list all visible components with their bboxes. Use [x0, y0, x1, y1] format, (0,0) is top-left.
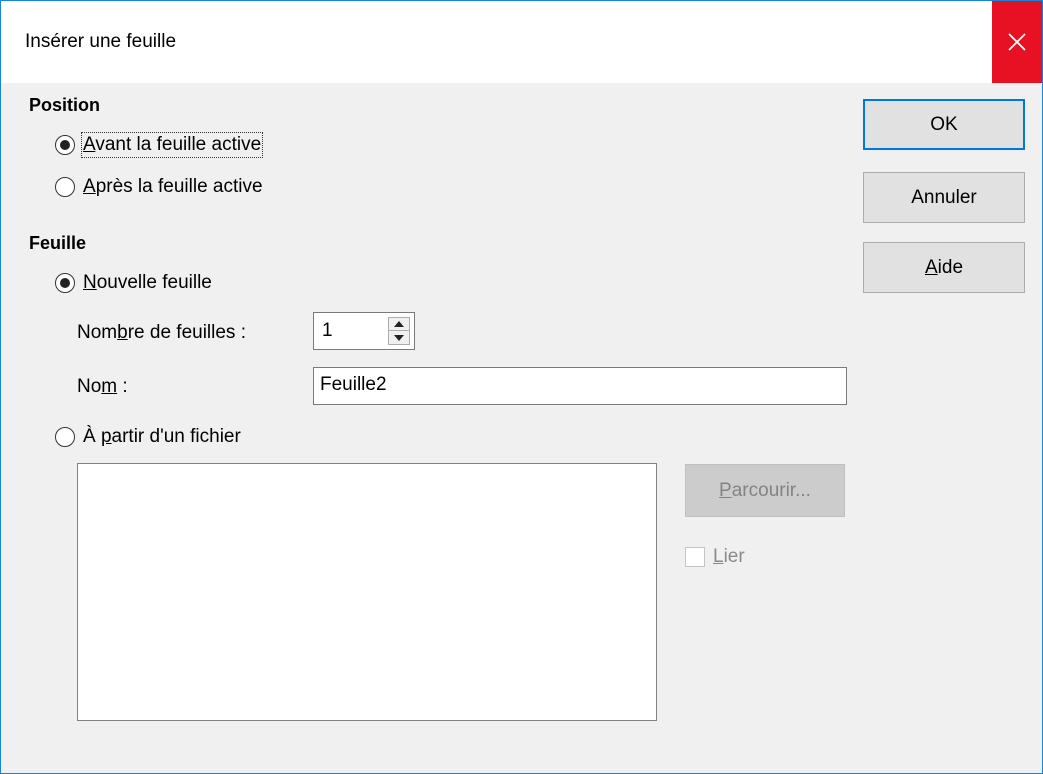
cancel-button[interactable]: Annuler — [863, 172, 1025, 223]
sheet-name-label: Nom : — [77, 376, 128, 397]
sheet-count-value[interactable]: 1 — [322, 320, 333, 342]
sheet-heading: Feuille — [29, 233, 87, 253]
link-label: Lier — [713, 546, 745, 567]
title-bar: Insérer une feuille — [1, 1, 1042, 83]
insert-sheet-dialog: Insérer une feuille Position Avant la fe… — [0, 0, 1043, 774]
spin-down-button[interactable] — [389, 331, 409, 344]
spin-up-button[interactable] — [389, 318, 409, 331]
radio-button[interactable] — [55, 273, 75, 293]
sheet-count-spinner[interactable]: 1 — [313, 312, 415, 350]
triangle-down-icon — [394, 334, 404, 341]
sheet-count-label: Nombre de feuilles : — [77, 322, 246, 343]
radio-label: Avant la feuille active — [80, 132, 264, 158]
radio-button[interactable] — [55, 177, 75, 197]
sheet-name-input[interactable]: Feuille2 — [313, 367, 847, 405]
close-button[interactable] — [992, 1, 1042, 83]
radio-from-file[interactable]: À partir d'un fichier — [55, 426, 241, 448]
help-button[interactable]: Aide — [863, 242, 1025, 293]
close-icon — [1008, 33, 1026, 51]
radio-after-active[interactable]: Après la feuille active — [55, 176, 263, 198]
radio-before-active[interactable]: Avant la feuille active — [55, 132, 264, 158]
spinner-arrows — [388, 317, 410, 345]
radio-label: Après la feuille active — [83, 176, 263, 197]
radio-new-sheet[interactable]: Nouvelle feuille — [55, 272, 212, 294]
radio-label: Nouvelle feuille — [83, 272, 212, 293]
link-checkbox[interactable] — [685, 547, 705, 567]
radio-button[interactable] — [55, 135, 75, 155]
browse-button[interactable]: Parcourir... — [685, 464, 845, 517]
position-heading: Position — [29, 95, 100, 115]
ok-button[interactable]: OK — [863, 99, 1025, 150]
file-list-box[interactable] — [77, 463, 657, 721]
link-checkbox-row[interactable]: Lier — [685, 546, 745, 568]
radio-label: À partir d'un fichier — [83, 426, 241, 447]
dialog-title: Insérer une feuille — [25, 31, 177, 52]
dialog-content: Position Avant la feuille active Après l… — [1, 83, 1042, 773]
radio-button[interactable] — [55, 427, 75, 447]
triangle-up-icon — [394, 321, 404, 327]
